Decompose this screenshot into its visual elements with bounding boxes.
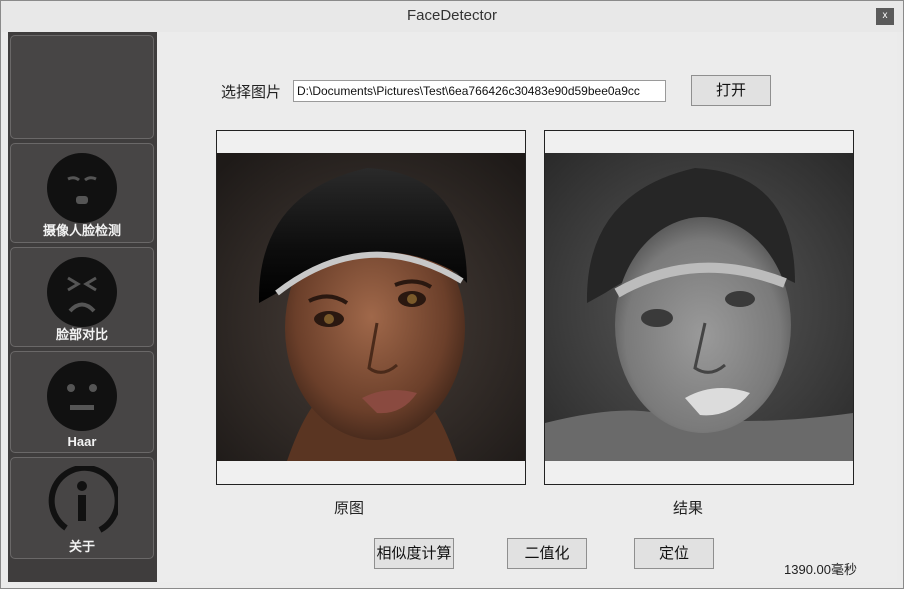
sidebar-item-blank[interactable] <box>10 35 154 139</box>
select-image-label: 选择图片 <box>221 84 282 101</box>
original-image <box>217 153 525 461</box>
sidebar-item-face-compare[interactable]: 脸部对比 <box>10 247 154 347</box>
window-title: FaceDetector <box>406 7 498 24</box>
result-caption: 结果 <box>673 500 704 517</box>
neutral-face-icon <box>47 361 117 431</box>
original-image-frame <box>216 130 526 485</box>
sidebar-item-haar[interactable]: Haar <box>10 351 154 453</box>
result-image <box>545 153 853 461</box>
open-button[interactable]: 打开 <box>691 75 771 106</box>
elapsed-time-label: 1390.00毫秒 <box>784 562 857 577</box>
sidebar-item-label: 脸部对比 <box>55 327 108 342</box>
locate-button[interactable]: 定位 <box>634 538 714 569</box>
title-bar: FaceDetector x <box>1 1 903 32</box>
sidebar-item-label: Haar <box>67 434 97 449</box>
result-photo-icon <box>545 153 853 461</box>
close-button[interactable]: x <box>876 8 894 25</box>
sidebar-item-camera-detect[interactable]: 摄像人脸检测 <box>10 143 154 243</box>
info-icon <box>48 466 118 533</box>
file-path-field[interactable]: D:\Documents\Pictures\Test\6ea766426c304… <box>293 80 666 102</box>
surprised-face-icon <box>47 153 117 223</box>
sidebar: 摄像人脸检测 脸部对比 Haar 关于 <box>8 32 157 582</box>
original-photo-icon <box>217 153 525 461</box>
sidebar-item-label: 关于 <box>68 539 95 554</box>
sad-face-icon <box>47 257 117 327</box>
main-panel: 选择图片 D:\Documents\Pictures\Test\6ea76642… <box>157 32 897 582</box>
app-window: FaceDetector x 摄像人脸检测 脸部对比 Haar 关于 选择图片 … <box>0 0 904 589</box>
sidebar-item-about[interactable]: 关于 <box>10 457 154 559</box>
binarize-button[interactable]: 二值化 <box>507 538 587 569</box>
original-caption: 原图 <box>334 500 365 517</box>
similarity-button[interactable]: 相似度计算 <box>374 538 454 569</box>
result-image-frame <box>544 130 854 485</box>
sidebar-item-label: 摄像人脸检测 <box>42 223 121 238</box>
